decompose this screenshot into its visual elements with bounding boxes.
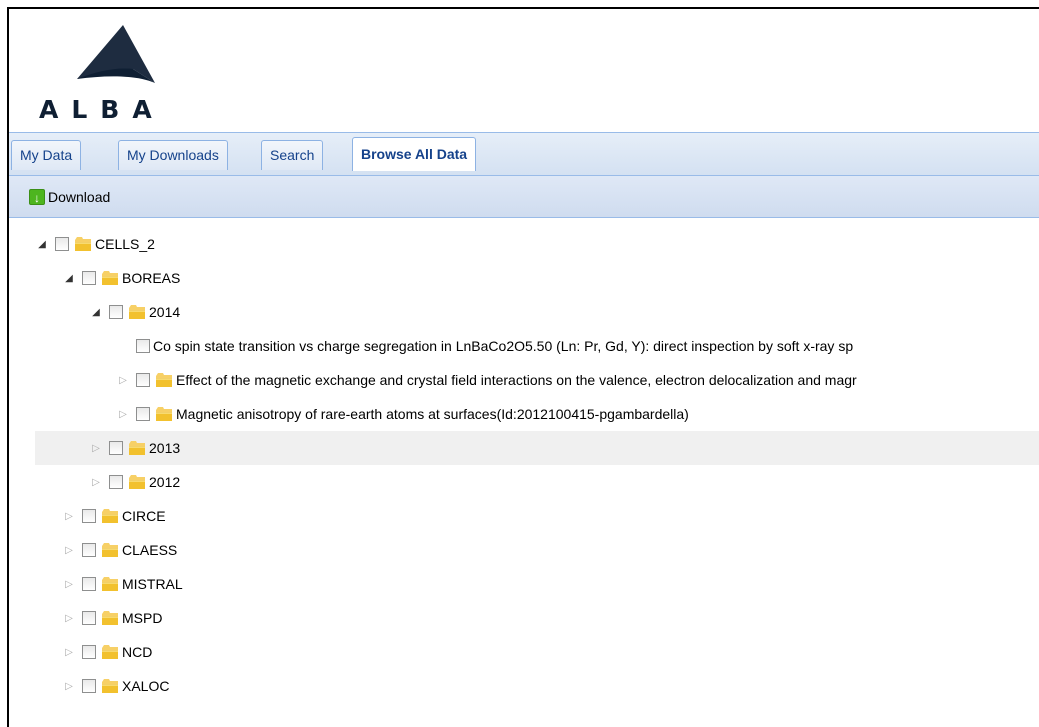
folder-icon <box>101 576 119 592</box>
logo-text: ALBA <box>39 95 165 124</box>
expand-arrow-icon[interactable]: ▷ <box>116 409 130 420</box>
expand-arrow-icon[interactable]: ▷ <box>116 375 130 386</box>
tree-checkbox[interactable] <box>82 271 96 285</box>
tree-checkbox[interactable] <box>82 543 96 557</box>
tree-row[interactable]: ▷ Magnetic anisotropy of rare-earth atoms… <box>35 397 1039 431</box>
tree-checkbox[interactable] <box>109 441 123 455</box>
tree-row[interactable]: ▷ CLAESS <box>35 533 1039 567</box>
tab-label: My Downloads <box>127 147 219 163</box>
tab-browse-all-data[interactable]: Browse All Data <box>352 137 477 171</box>
tree-row[interactable]: ▷ 2012 <box>35 465 1039 499</box>
tree-label: CELLS_2 <box>95 236 155 252</box>
alba-logo-mark-icon <box>77 25 155 83</box>
tree-checkbox[interactable] <box>109 305 123 319</box>
tree-label: 2012 <box>149 474 181 490</box>
folder-icon <box>128 474 146 490</box>
expand-arrow-icon[interactable]: ▷ <box>62 681 76 692</box>
expand-arrow-icon[interactable]: ▷ <box>62 511 76 522</box>
folder-icon <box>101 644 119 660</box>
folder-icon <box>155 406 173 422</box>
tree-checkbox[interactable] <box>82 679 96 693</box>
tab-label: Browse All Data <box>361 146 468 162</box>
download-label: Download <box>48 189 111 205</box>
tree-checkbox[interactable] <box>136 373 150 387</box>
tree-row[interactable]: ▷ CIRCE <box>35 499 1039 533</box>
tree-row[interactable]: ◢ CELLS_2 <box>35 227 1039 261</box>
tree-label: 2013 <box>149 440 181 456</box>
toolbar: ↓ Download <box>9 176 1039 218</box>
tree-label: CIRCE <box>122 508 166 524</box>
folder-icon <box>128 440 146 456</box>
tree-label: CLAESS <box>122 542 178 558</box>
download-arrow-icon: ↓ <box>29 189 45 205</box>
tree-row[interactable]: ▷ 2013 <box>35 431 1039 465</box>
tree-label: Magnetic anisotropy of rare-earth atoms … <box>176 406 689 422</box>
folder-icon <box>101 678 119 694</box>
folder-icon <box>155 372 173 388</box>
collapse-arrow-icon[interactable]: ◢ <box>89 307 103 318</box>
folder-icon <box>74 236 92 252</box>
folder-icon <box>101 508 119 524</box>
collapse-arrow-icon[interactable]: ◢ <box>62 273 76 284</box>
folder-icon <box>101 270 119 286</box>
folder-icon <box>128 304 146 320</box>
expand-arrow-icon[interactable]: ▷ <box>62 545 76 556</box>
collapse-arrow-icon[interactable]: ◢ <box>35 239 49 250</box>
tab-label: My Data <box>20 147 73 163</box>
app-frame: ALBA My Data My Downloads Search Browse … <box>7 7 1039 727</box>
tree-label: Effect of the magnetic exchange and crys… <box>176 372 857 388</box>
tree-row[interactable]: ◢ BOREAS <box>35 261 1039 295</box>
tree-row[interactable]: Co spin state transition vs charge segre… <box>35 329 1039 363</box>
tab-label: Search <box>270 147 315 163</box>
tree-label: MISTRAL <box>122 576 183 592</box>
header: ALBA <box>9 9 1039 132</box>
expand-arrow-icon[interactable]: ▷ <box>89 443 103 454</box>
tree-row[interactable]: ▷ MISTRAL <box>35 567 1039 601</box>
expand-arrow-icon[interactable]: ▷ <box>62 647 76 658</box>
download-button[interactable]: ↓ Download <box>29 187 110 207</box>
tree-checkbox[interactable] <box>109 475 123 489</box>
tree-checkbox[interactable] <box>82 611 96 625</box>
tree-checkbox[interactable] <box>136 339 150 353</box>
tab-my-data[interactable]: My Data <box>11 140 82 170</box>
tree-checkbox[interactable] <box>82 509 96 523</box>
tree-checkbox[interactable] <box>55 237 69 251</box>
tree-row[interactable]: ▷ MSPD <box>35 601 1039 635</box>
tree-row[interactable]: ▷ NCD <box>35 635 1039 669</box>
tree-label: BOREAS <box>122 270 181 286</box>
folder-icon <box>101 542 119 558</box>
tab-my-downloads[interactable]: My Downloads <box>118 140 228 170</box>
expand-arrow-icon[interactable]: ▷ <box>62 613 76 624</box>
tree-checkbox[interactable] <box>82 577 96 591</box>
tree-row[interactable]: ▷ Effect of the magnetic exchange and cry… <box>35 363 1039 397</box>
tree-label: 2014 <box>149 304 181 320</box>
folder-icon <box>101 610 119 626</box>
expand-arrow-icon[interactable]: ▷ <box>62 579 76 590</box>
tree-row[interactable]: ▷ XALOC <box>35 669 1039 703</box>
tree-row[interactable]: ◢ 2014 <box>35 295 1039 329</box>
alba-logo: ALBA <box>37 23 213 124</box>
tree-label: XALOC <box>122 678 170 694</box>
tree-label: Co spin state transition vs charge segre… <box>153 338 854 354</box>
tab-search[interactable]: Search <box>261 140 324 170</box>
expand-arrow-icon[interactable]: ▷ <box>89 477 103 488</box>
tree-checkbox[interactable] <box>82 645 96 659</box>
tree-label: NCD <box>122 644 153 660</box>
tree-label: MSPD <box>122 610 163 626</box>
tab-bar: My Data My Downloads Search Browse All D… <box>9 132 1039 176</box>
tree-checkbox[interactable] <box>136 407 150 421</box>
